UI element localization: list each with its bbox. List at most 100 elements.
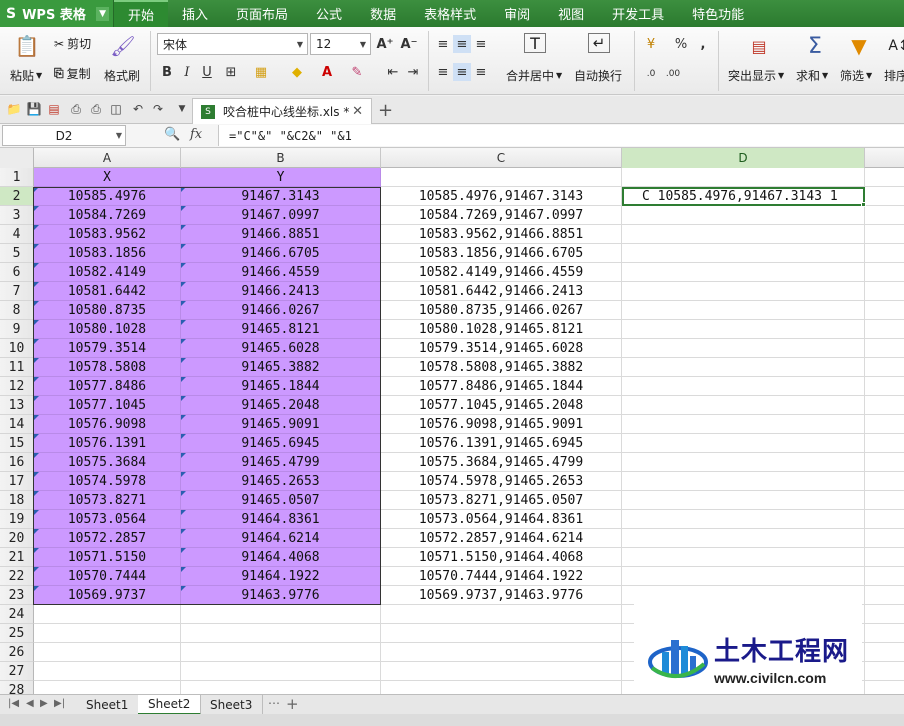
- row-header[interactable]: 21: [0, 548, 34, 567]
- cell-c22[interactable]: 10570.7444,91464.1922: [381, 567, 622, 586]
- sort-button[interactable]: 排序: [884, 67, 904, 84]
- wrap-text-button[interactable]: 自动换行: [574, 67, 622, 84]
- cell-a28[interactable]: [34, 681, 181, 694]
- row-header[interactable]: 15: [0, 434, 34, 453]
- cell-c4[interactable]: 10583.9562,91466.8851: [381, 225, 622, 244]
- cell-a21[interactable]: 10571.5150: [34, 548, 181, 567]
- redo-icon[interactable]: ↷: [150, 101, 166, 117]
- cell-e24[interactable]: [865, 605, 904, 624]
- cell-e25[interactable]: [865, 624, 904, 643]
- cell-c6[interactable]: 10582.4149,91466.4559: [381, 263, 622, 282]
- cell-c19[interactable]: 10573.0564,91464.8361: [381, 510, 622, 529]
- cell-e2[interactable]: [865, 187, 904, 206]
- sum-button[interactable]: 求和 ▼: [796, 67, 828, 84]
- cell-c7[interactable]: 10581.6442,91466.2413: [381, 282, 622, 301]
- cell-a2[interactable]: 10585.4976: [34, 187, 181, 206]
- row-header[interactable]: 17: [0, 472, 34, 491]
- formula-input[interactable]: ="C"&" "&C2&" "&1: [218, 125, 904, 146]
- border-icon[interactable]: ⊞: [222, 63, 240, 81]
- cell-e23[interactable]: [865, 586, 904, 605]
- cell-c23[interactable]: 10569.9737,91463.9776: [381, 586, 622, 605]
- insert-function-icon[interactable]: fx: [190, 127, 202, 142]
- cell-c12[interactable]: 10577.8486,91465.1844: [381, 377, 622, 396]
- font-name-select[interactable]: 宋体 ▼: [157, 33, 308, 55]
- row-header[interactable]: 26: [0, 643, 34, 662]
- cell-b22[interactable]: 91464.1922: [181, 567, 381, 586]
- brush-icon[interactable]: 🖌: [110, 33, 136, 59]
- column-header-b[interactable]: B: [181, 148, 381, 168]
- cell-e14[interactable]: [865, 415, 904, 434]
- highlight-button[interactable]: 突出显示 ▼: [728, 67, 784, 84]
- menu-tab-4[interactable]: 公式: [302, 0, 356, 27]
- cell-c15[interactable]: 10576.1391,91465.6945: [381, 434, 622, 453]
- cell-a24[interactable]: [34, 605, 181, 624]
- preview-icon[interactable]: ◫: [108, 101, 124, 117]
- undo-icon[interactable]: ↶: [130, 101, 146, 117]
- cell-b10[interactable]: 91465.6028: [181, 339, 381, 358]
- fill-pattern-icon[interactable]: ▦: [252, 63, 270, 81]
- row-header[interactable]: 14: [0, 415, 34, 434]
- copy-button[interactable]: ⎘ 复制: [54, 65, 91, 82]
- cell-e11[interactable]: [865, 358, 904, 377]
- cell-c8[interactable]: 10580.8735,91466.0267: [381, 301, 622, 320]
- last-sheet-icon[interactable]: ▶|: [54, 698, 65, 709]
- cell-d6[interactable]: [622, 263, 865, 282]
- sheet-tab-sheet3[interactable]: Sheet3: [200, 695, 264, 715]
- font-color-icon[interactable]: A: [318, 63, 336, 81]
- cell-d9[interactable]: [622, 320, 865, 339]
- cell-b8[interactable]: 91466.0267: [181, 301, 381, 320]
- wrap-text-icon[interactable]: ↵: [588, 33, 610, 53]
- merge-center-icon[interactable]: T: [524, 33, 546, 53]
- row-header[interactable]: 23: [0, 586, 34, 605]
- more-sheets-icon[interactable]: ⋯: [268, 696, 280, 710]
- column-header-e[interactable]: [865, 148, 904, 168]
- cell-e10[interactable]: [865, 339, 904, 358]
- currency-icon[interactable]: ¥: [642, 35, 660, 53]
- cell-c9[interactable]: 10580.1028,91465.8121: [381, 320, 622, 339]
- cell-a8[interactable]: 10580.8735: [34, 301, 181, 320]
- cell-e1[interactable]: [865, 168, 904, 187]
- cell-d10[interactable]: [622, 339, 865, 358]
- decrease-font-icon[interactable]: A⁻: [400, 35, 418, 53]
- cell-e13[interactable]: [865, 396, 904, 415]
- cell-e6[interactable]: [865, 263, 904, 282]
- menu-tab-2[interactable]: 插入: [168, 0, 222, 27]
- cell-b1[interactable]: Y: [181, 168, 381, 187]
- percent-button[interactable]: %: [672, 35, 690, 53]
- cell-a9[interactable]: 10580.1028: [34, 320, 181, 339]
- cell-b15[interactable]: 91465.6945: [181, 434, 381, 453]
- cell-c18[interactable]: 10573.8271,91465.0507: [381, 491, 622, 510]
- row-header[interactable]: 28: [0, 681, 34, 694]
- cell-c2[interactable]: 10585.4976,91467.3143: [381, 187, 622, 206]
- cell-c24[interactable]: [381, 605, 622, 624]
- close-icon[interactable]: ✕: [352, 104, 363, 119]
- sheet-tab-sheet2[interactable]: Sheet2: [138, 695, 202, 715]
- cell-b16[interactable]: 91465.4799: [181, 453, 381, 472]
- print-icon[interactable]: ⎙: [68, 101, 84, 117]
- chevron-down-icon[interactable]: ▼: [116, 131, 122, 140]
- save-icon[interactable]: 💾: [26, 101, 42, 117]
- row-header[interactable]: 10: [0, 339, 34, 358]
- row-header[interactable]: 19: [0, 510, 34, 529]
- row-header[interactable]: 25: [0, 624, 34, 643]
- cell-d16[interactable]: [622, 453, 865, 472]
- cell-d22[interactable]: [622, 567, 865, 586]
- cell-b3[interactable]: 91467.0997: [181, 206, 381, 225]
- menu-tab-7[interactable]: 审阅: [490, 0, 544, 27]
- cell-c28[interactable]: [381, 681, 622, 694]
- cell-b19[interactable]: 91464.8361: [181, 510, 381, 529]
- cell-d2[interactable]: C 10585.4976,91467.3143 1: [622, 187, 865, 206]
- sum-icon[interactable]: Σ: [802, 33, 828, 59]
- document-tab[interactable]: S 咬合桩中心线坐标.xls * ✕: [192, 98, 372, 124]
- add-sheet-button[interactable]: +: [286, 695, 299, 713]
- comma-button[interactable]: ,: [694, 35, 712, 53]
- cell-e28[interactable]: [865, 681, 904, 694]
- cell-e4[interactable]: [865, 225, 904, 244]
- cell-d15[interactable]: [622, 434, 865, 453]
- cell-b27[interactable]: [181, 662, 381, 681]
- cell-a17[interactable]: 10574.5978: [34, 472, 181, 491]
- cell-a15[interactable]: 10576.1391: [34, 434, 181, 453]
- row-header[interactable]: 2: [0, 187, 34, 206]
- cell-a22[interactable]: 10570.7444: [34, 567, 181, 586]
- cell-c20[interactable]: 10572.2857,91464.6214: [381, 529, 622, 548]
